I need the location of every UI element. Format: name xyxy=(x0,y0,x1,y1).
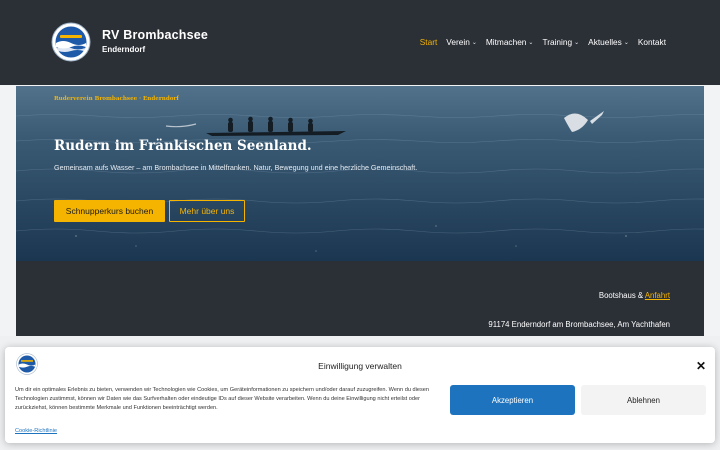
nav-label: Kontakt xyxy=(637,37,666,47)
nav-item-mitmachen[interactable]: Mitmachen ⌄ xyxy=(486,37,534,47)
nav-label: Aktuelles xyxy=(588,37,622,47)
hero-text: Gemeinsam aufs Wasser – am Brombachsee i… xyxy=(54,163,418,172)
cookie-policy-link[interactable]: Cookie-Richtlinie xyxy=(15,428,57,434)
about-us-button[interactable]: Mehr über uns xyxy=(169,200,245,222)
nav-item-aktuelles[interactable]: Aktuelles ⌄ xyxy=(588,37,629,47)
boathouse-line: Bootshaus & Anfahrt xyxy=(599,291,670,300)
chevron-down-icon: ⌄ xyxy=(623,39,629,46)
nav-item-training[interactable]: Training ⌄ xyxy=(542,37,579,47)
accept-button[interactable]: Akzeptieren xyxy=(450,385,575,415)
hero-title: Rudern im Fränkischen Seenland. xyxy=(54,138,312,154)
trial-course-button[interactable]: Schnupperkurs buchen xyxy=(54,200,165,222)
site-tagline: Enderndorf xyxy=(102,45,146,54)
nav-label: Start xyxy=(419,37,438,47)
hero-kicker: Ruderverein Brombachsee · Enderndorf xyxy=(54,96,179,102)
nav-item-start[interactable]: Start xyxy=(420,37,438,47)
info-band: Bootshaus & Anfahrt 91174 Enderndorf am … xyxy=(16,261,704,336)
nav-label: Mitmachen xyxy=(485,37,527,47)
nav-item-kontakt[interactable]: Kontakt xyxy=(638,37,666,47)
deny-button[interactable]: Ablehnen xyxy=(581,385,706,415)
main-nav: Start Verein ⌄ Mitmachen ⌄ Training ⌄ Ak… xyxy=(420,37,666,47)
nav-item-verein[interactable]: Verein ⌄ xyxy=(446,37,477,47)
consent-text: Um dir ein optimales Erlebnis zu bieten,… xyxy=(15,387,429,411)
chevron-down-icon: ⌄ xyxy=(574,39,580,46)
address-text: 91174 Enderndorf am Brombachsee, Am Yach… xyxy=(488,320,670,329)
lake-image xyxy=(16,86,704,261)
cookie-consent-dialog: Einwilligung verwalten ✕ Um dir ein opti… xyxy=(5,347,715,443)
club-logo[interactable] xyxy=(50,22,92,62)
nav-label: Verein xyxy=(446,37,470,47)
chevron-down-icon: ⌄ xyxy=(471,39,477,46)
directions-link[interactable]: Anfahrt xyxy=(645,291,670,300)
consent-title: Einwilligung verwalten xyxy=(318,361,402,371)
site-title[interactable]: RV Brombachsee xyxy=(102,28,208,42)
nav-label: Training xyxy=(542,37,573,47)
boathouse-label: Bootshaus & xyxy=(598,291,644,300)
close-icon[interactable]: ✕ xyxy=(696,359,706,373)
hero-section: Ruderverein Brombachsee · Enderndorf Rud… xyxy=(16,86,704,261)
chevron-down-icon: ⌄ xyxy=(528,39,534,46)
site-header: RV Brombachsee Enderndorf Start Verein ⌄… xyxy=(0,0,720,85)
